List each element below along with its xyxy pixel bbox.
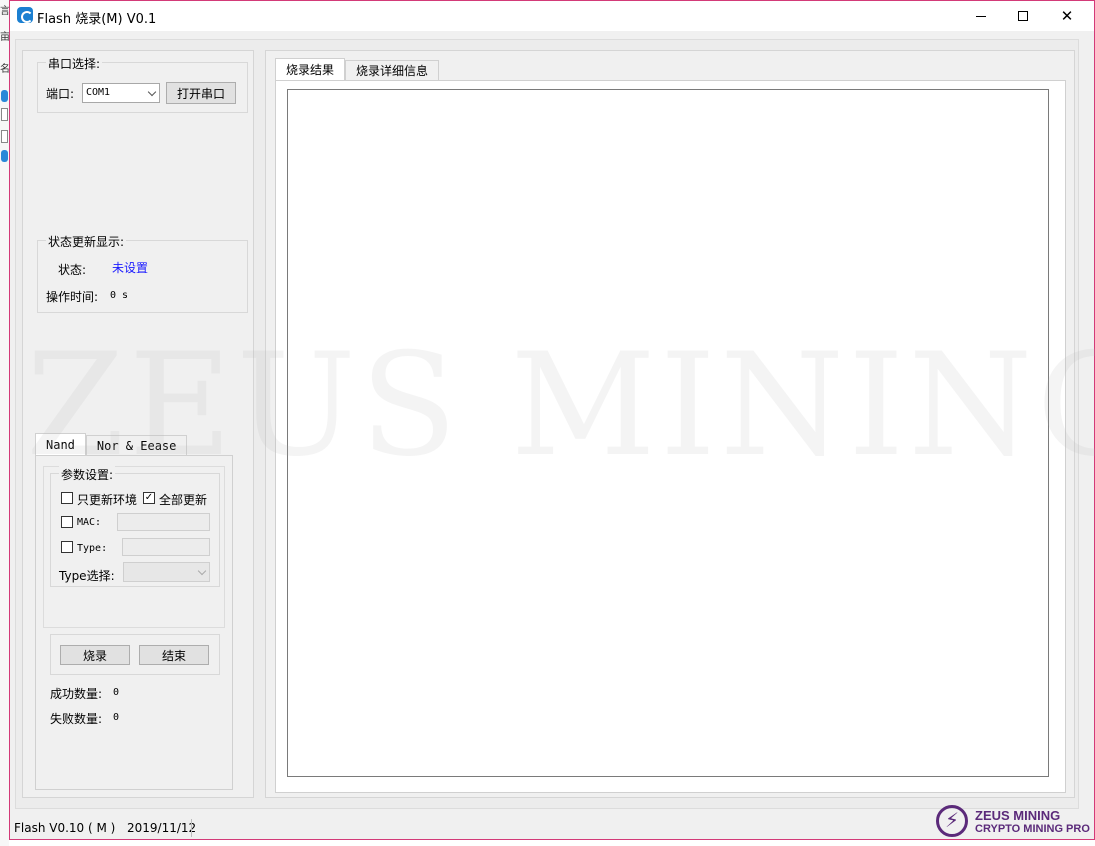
status-bar: Flash V0.10 ( M ) 2019/11/12	[10, 815, 1094, 841]
type-select[interactable]	[123, 562, 210, 582]
fail-count-label: 失败数量:	[50, 712, 103, 726]
status-separator	[191, 819, 192, 837]
open-port-button[interactable]: 打开串口	[166, 82, 236, 104]
tab-burn-result[interactable]: 烧录结果	[275, 58, 346, 80]
maximize-button[interactable]	[1000, 1, 1046, 31]
state-label: 状态:	[58, 263, 87, 277]
mac-checkbox[interactable]	[61, 516, 73, 528]
desktop-background: 言 亩 名	[0, 0, 10, 846]
lightning-bolt-icon: ⚡	[945, 808, 960, 832]
left-panel: 串口选择: 端口: COM1 打开串口 状态更新显示: 状态: 未设置 操作时间…	[22, 50, 254, 798]
full-update-label: 全部更新	[159, 493, 208, 507]
status-date: 2019/11/12	[127, 821, 197, 835]
result-output-area[interactable]	[287, 89, 1049, 777]
params-group-label: 参数设置:	[59, 466, 116, 483]
operation-time-label: 操作时间:	[46, 290, 99, 304]
fail-count-value: 0	[113, 712, 120, 723]
type-select-label: Type选择:	[59, 569, 115, 583]
state-value: 未设置	[112, 261, 149, 275]
status-group: 状态更新显示: 状态: 未设置 操作时间: 0 s	[37, 233, 248, 313]
desktop-checkbox[interactable]	[1, 108, 8, 121]
close-icon: ✕	[1060, 7, 1074, 25]
app-icon	[17, 7, 33, 23]
only-env-checkbox[interactable]	[61, 492, 73, 504]
maximize-icon	[1018, 11, 1028, 21]
serial-group-label: 串口选择:	[46, 55, 103, 72]
operation-time-value: 0 s	[110, 290, 129, 301]
minimize-button[interactable]	[958, 1, 1004, 31]
action-group: 烧录 结束	[50, 634, 220, 675]
desktop-app-icon[interactable]	[1, 90, 8, 102]
tab-burn-details[interactable]: 烧录详细信息	[345, 60, 440, 80]
success-count-value: 0	[113, 687, 120, 698]
only-env-label: 只更新环境	[77, 493, 138, 507]
full-update-checkbox[interactable]: ✓	[143, 492, 155, 504]
status-app-version: Flash V0.10 ( M )	[14, 821, 116, 835]
params-group: 参数设置: 只更新环境 ✓ 全部更新 MAC: Type: Type选择:	[50, 466, 220, 587]
end-button[interactable]: 结束	[139, 645, 209, 665]
right-panel: 烧录结果 烧录详细信息	[265, 50, 1075, 798]
type-label: Type:	[77, 543, 108, 554]
tab-nor-erase[interactable]: Nor & Eease	[85, 435, 188, 455]
tab-nand[interactable]: Nand	[35, 433, 86, 455]
logo-name: ZEUS MINING	[975, 808, 1061, 823]
desktop-app-icon[interactable]	[1, 150, 8, 162]
mac-input[interactable]	[117, 513, 210, 531]
port-value: COM1	[86, 87, 111, 98]
mode-tabs: Nand Nor & Eease	[35, 433, 188, 455]
port-select[interactable]: COM1	[82, 83, 160, 103]
port-label: 端口:	[46, 87, 75, 101]
title-bar[interactable]: Flash 烧录(M) V0.1 ✕	[10, 1, 1094, 31]
zeus-mining-logo: ⚡ ZEUS MINING CRYPTO MINING PRO	[936, 805, 1090, 839]
burn-button[interactable]: 烧录	[60, 645, 130, 665]
nand-tab-body: 参数设置: 只更新环境 ✓ 全部更新 MAC: Type: Type选择: 烧录…	[35, 455, 233, 790]
chevron-down-icon	[197, 566, 207, 576]
type-input[interactable]	[122, 538, 210, 556]
desktop-checkbox[interactable]	[1, 130, 8, 143]
client-area: 串口选择: 端口: COM1 打开串口 状态更新显示: 状态: 未设置 操作时间…	[15, 39, 1079, 809]
type-checkbox[interactable]	[61, 541, 73, 553]
close-button[interactable]: ✕	[1044, 1, 1090, 31]
serial-port-group: 串口选择: 端口: COM1 打开串口	[37, 55, 248, 113]
logo-tagline: CRYPTO MINING PRO	[975, 823, 1090, 835]
window-title: Flash 烧录(M) V0.1	[37, 12, 157, 27]
app-window: Flash 烧录(M) V0.1 ✕ 串口选择: 端口: COM1 打开串口 状…	[9, 0, 1095, 840]
success-count-label: 成功数量:	[50, 687, 103, 701]
minimize-icon	[976, 15, 986, 17]
mac-label: MAC:	[77, 517, 102, 528]
check-icon: ✓	[144, 492, 154, 503]
status-group-label: 状态更新显示:	[46, 233, 127, 250]
chevron-down-icon	[147, 87, 157, 97]
result-tabs: 烧录结果 烧录详细信息	[275, 58, 440, 80]
